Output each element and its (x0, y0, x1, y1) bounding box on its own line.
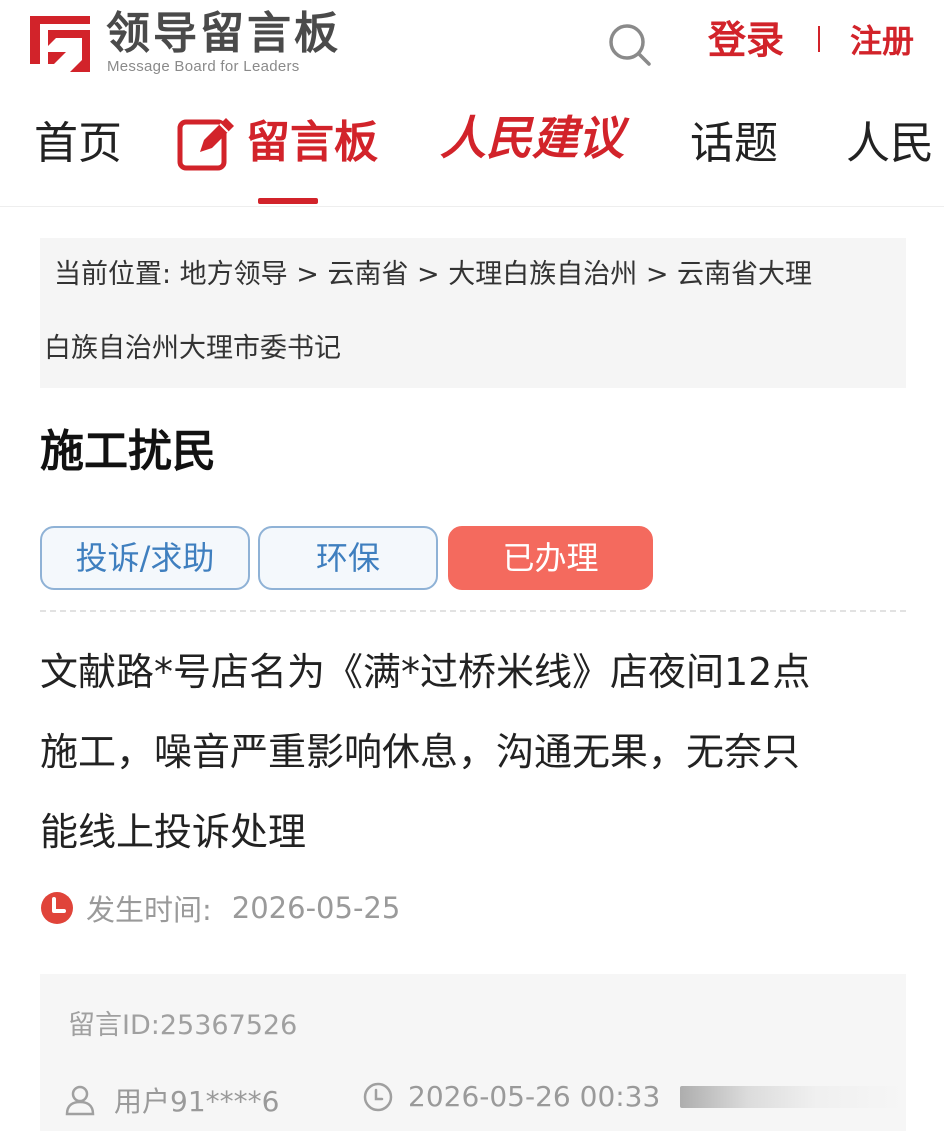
occurred-label: 发生时间: (86, 893, 212, 927)
clock-icon (41, 892, 73, 924)
logo-icon (30, 16, 90, 72)
message-id: 留言ID:25367526 (68, 1010, 298, 1041)
nav-item-home[interactable]: 首页 (34, 114, 122, 174)
search-icon[interactable] (605, 20, 655, 70)
nav-active-indicator (258, 198, 318, 204)
nav-item-message-board-label: 留言板 (246, 117, 378, 168)
tag-category: 环保 (258, 526, 438, 590)
edit-note-icon (177, 118, 234, 171)
posted-time-row: 2026-05-26 00:33 (362, 1080, 660, 1113)
author-row: 用户91****6 (64, 1080, 279, 1120)
occurred-date: 2026-05-25 (231, 891, 401, 925)
author-name: 用户91****6 (114, 1085, 280, 1118)
content-line: 能线上投诉处理 (40, 810, 307, 854)
main-nav: 首页 留言板 人民建议 话题 人民 (0, 100, 944, 207)
posted-time: 2026-05-26 00:33 (408, 1080, 661, 1113)
breadcrumb-line-1[interactable]: 当前位置: 地方领导 > 云南省 > 大理白族自治州 > 云南省大理 (54, 254, 812, 296)
section-divider (40, 610, 906, 612)
content-line: 文献路*号店名为《满*过桥米线》店夜间12点 (40, 650, 811, 694)
truncated-fade (680, 1086, 906, 1108)
nav-item-people[interactable]: 人民 (846, 114, 934, 174)
message-content: 文献路*号店名为《满*过桥米线》店夜间12点 施工，噪音严重影响休息，沟通无果，… (40, 632, 906, 872)
register-link[interactable]: 注册 (850, 18, 914, 64)
nav-item-suggestions[interactable]: 人民建议 (440, 108, 624, 168)
nav-item-topics[interactable]: 话题 (690, 114, 778, 174)
occurred-time-row: 发生时间: 2026-05-25 (40, 886, 400, 930)
message-meta-card: 留言ID:25367526 用户91****6 2026-05-26 00:33 (40, 974, 906, 1131)
brand-subtitle: Message Board for Leaders (107, 58, 300, 75)
breadcrumb-line-2[interactable]: 白族自治州大理市委书记 (44, 328, 341, 370)
content-line: 施工，噪音严重影响休息，沟通无果，无奈只 (40, 730, 801, 774)
login-link[interactable]: 登录 (708, 14, 784, 66)
tag-type: 投诉/求助 (40, 526, 250, 590)
message-title: 施工扰民 (40, 426, 216, 477)
brand-name: 领导留言板 (106, 8, 341, 59)
nav-item-message-board[interactable]: 留言板 (176, 112, 378, 174)
breadcrumb: 当前位置: 地方领导 > 云南省 > 大理白族自治州 > 云南省大理 白族自治州… (40, 238, 906, 388)
clock-outline-icon (363, 1082, 393, 1111)
status-badge: 已办理 (448, 526, 653, 590)
header: 领导留言板 Message Board for Leaders 登录 注册 (0, 0, 944, 96)
user-icon (65, 1085, 95, 1116)
header-divider (818, 26, 820, 52)
